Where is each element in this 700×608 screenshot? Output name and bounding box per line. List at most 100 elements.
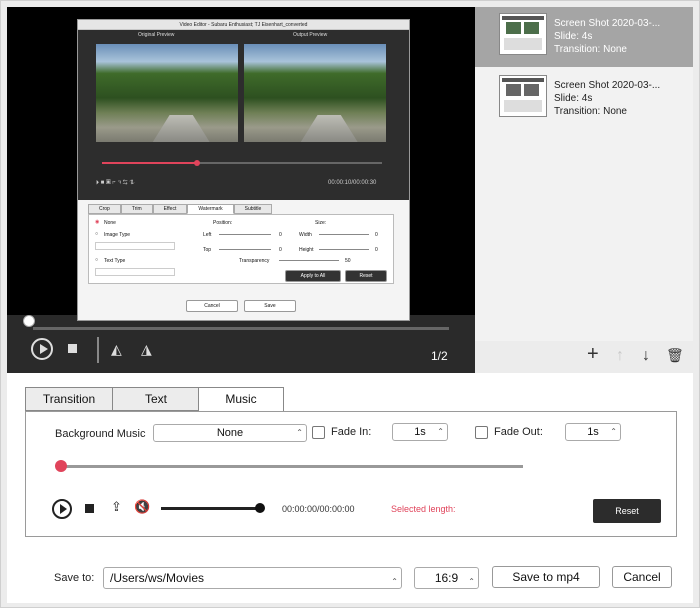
original-preview-label: Original Preview [138,32,175,38]
inner-window-title: Video Editor - Subaru Enthusiast; TJ Eis… [78,20,409,30]
wm-left-slider [219,234,271,235]
inner-time: 00:00:10/00:00:30 [328,180,377,186]
volume-slider[interactable] [161,507,259,510]
inner-cancel-button: Cancel [186,300,238,312]
stop-icon[interactable] [68,344,77,353]
save-path-value: /Users/ws/Movies [110,571,205,585]
aspect-ratio-select[interactable]: 16:9 ⌃ [414,567,479,589]
rotate-left-icon[interactable]: ◭ [111,341,122,358]
wm-height-label: Height [299,247,314,253]
music-play-icon[interactable] [52,499,72,519]
fade-out-checkbox[interactable] [475,426,488,439]
controls-divider [97,337,99,363]
fade-out-label: Fade Out: [494,426,543,438]
inner-tab: Subtitle [233,204,273,214]
wm-top-label: Top [203,247,212,253]
music-reset-button[interactable]: Reset [593,499,661,523]
inner-tab: Effect [152,204,188,214]
preview-scrubber-track[interactable] [33,327,449,330]
fade-in-select[interactable]: 1s ⌃ [392,423,448,441]
wm-height-value: 0 [375,247,378,253]
wm-width-slider [319,234,369,235]
trash-icon[interactable]: 🗑 [666,347,684,364]
chevron-updown-icon: ⌃ [468,577,475,586]
add-icon[interactable]: + [587,343,599,366]
fade-in-label: Fade In: [331,426,372,438]
wm-transparency-value: 50 [345,258,351,264]
fade-out-select[interactable]: 1s ⌃ [565,423,621,441]
page-indicator: 1/2 [431,349,448,363]
wm-size-label: Size: [315,220,327,226]
preview-area: Video Editor - Subaru Enthusiast; TJ Eis… [7,7,475,373]
inner-save-button: Save [244,300,296,312]
tab-music[interactable]: Music [198,387,284,412]
wm-text-label: Text Type [104,258,126,264]
music-panel: Background Music None ⌃ Fade In: 1s ⌃ Fa… [25,411,677,537]
wm-text-field [95,268,175,276]
volume-handle[interactable] [255,503,265,513]
slide-transition: Transition: None [554,44,627,55]
radio-none-icon: ◉ [95,219,100,225]
wm-transparency-slider [279,260,339,261]
slide-duration: Slide: 4s [554,31,593,42]
inner-video-editor-screenshot: Video Editor - Subaru Enthusiast; TJ Eis… [77,19,410,321]
tab-transition[interactable]: Transition [25,387,113,411]
original-preview-image [96,44,238,142]
music-progress-track[interactable] [59,465,523,468]
aspect-ratio-value: 16:9 [434,571,459,585]
background-music-value: None [216,427,244,439]
wm-position-label: Position: [213,220,233,226]
chevron-updown-icon: ⌃ [437,427,444,436]
tab-text[interactable]: Text [112,387,200,411]
save-to-mp4-button[interactable]: Save to mp4 [492,566,600,588]
fade-in-checkbox[interactable] [312,426,325,439]
chevron-updown-icon: ⌃ [610,427,617,436]
music-time: 00:00:00/00:00:00 [282,504,355,514]
wm-image-label: Image Type [104,232,131,238]
wm-left-value: 0 [279,232,282,238]
mute-icon[interactable]: 🔇 [134,499,150,515]
inner-tab: Watermark [187,204,234,214]
inner-tab: Crop [88,204,121,214]
background-music-select[interactable]: None ⌃ [153,424,307,442]
preview-canvas: Video Editor - Subaru Enthusiast; TJ Eis… [7,7,475,321]
slide-toolbar: + ↑ ↓ 🗑 [475,341,693,373]
play-icon[interactable] [31,338,53,360]
wm-left-label: Left [203,232,212,238]
inner-preview-panel: Original Preview Output Preview ⏵ ■ ▣ ◸ … [78,30,409,200]
radio-image-icon: ○ [95,231,99,237]
wm-height-slider [319,249,369,250]
preview-scrubber-handle[interactable] [23,315,35,327]
slide-duration: Slide: 4s [554,93,593,104]
slide-name: Screen Shot 2020-03-... [554,80,661,91]
inner-tabs: Crop Trim Effect Watermark Subtitle [88,204,273,214]
cancel-button[interactable]: Cancel [612,566,672,588]
rotate-right-icon[interactable]: ◮ [141,341,152,358]
app-window: Video Editor - Subaru Enthusiast; TJ Eis… [0,0,700,608]
slide-name: Screen Shot 2020-03-... [554,18,661,29]
slide-thumbnail [499,75,547,117]
chevron-updown-icon: ⌃ [391,577,398,586]
inner-watermark-panel: ◉ None ○ Image Type ○ Text Type Position… [88,214,394,284]
save-path-select[interactable]: /Users/ws/Movies ⌃ [103,567,402,589]
fade-in-value: 1s [414,426,426,438]
wm-transparency-label: Transparency [239,258,270,264]
chevron-updown-icon: ⌃ [296,428,303,437]
wm-image-field [95,242,175,250]
music-progress-handle[interactable] [55,460,67,472]
inner-apply-all-button: Apply to All [285,270,341,282]
export-icon[interactable]: ⇪ [111,499,122,515]
output-preview-label: Output Preview [293,32,328,38]
slide-item[interactable]: Screen Shot 2020-03-... Slide: 4s Transi… [475,69,693,129]
inner-tab: Trim [120,204,153,214]
slide-transition: Transition: None [554,106,627,117]
wm-width-label: Width [299,232,312,238]
move-down-icon[interactable]: ↓ [642,347,650,365]
inner-progress-track [102,160,382,166]
settings-panel: Transition Text Music Background Music N… [7,373,693,603]
radio-text-icon: ○ [95,257,99,263]
music-stop-icon[interactable] [85,504,94,513]
slide-item[interactable]: Screen Shot 2020-03-... Slide: 4s Transi… [475,7,693,67]
move-up-icon[interactable]: ↑ [616,347,624,365]
inner-controls-icons: ⏵ ■ ▣ ◸ ◹ ⇆ ⇅ [96,180,135,186]
